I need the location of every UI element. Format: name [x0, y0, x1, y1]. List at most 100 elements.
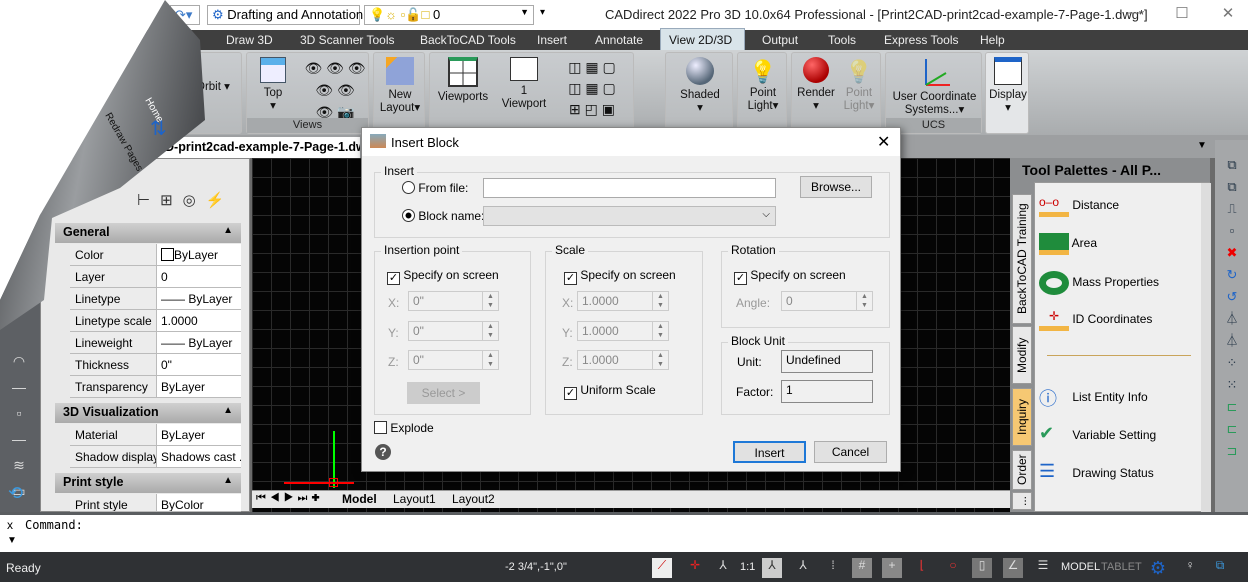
cancel-button[interactable]: Cancel [814, 441, 887, 463]
polar-icon[interactable]: ⌊ [912, 558, 932, 578]
tab-view-2d-3d[interactable]: View 2D/3D [660, 28, 745, 50]
insertion-z-input[interactable]: 0" ▲ ▼ [408, 350, 499, 370]
palette-tab-backtocad-training[interactable]: BackToCAD Training [1012, 194, 1032, 324]
annotation-scale[interactable]: 1:1 [740, 561, 755, 573]
light-bulb-icon: 💡 [749, 59, 777, 84]
scale-x-input[interactable]: 1.0000 ▲ ▼ [577, 291, 669, 311]
tab-layout2[interactable]: Layout2 [452, 492, 495, 506]
shaded-button[interactable]: Shaded ▾ [668, 57, 732, 115]
grid-dots-icon[interactable]: ⁞ [823, 558, 843, 578]
tab-backtocad-tools[interactable]: BackToCAD Tools [412, 30, 524, 50]
new-layout-button[interactable]: New Layout▾ [376, 57, 424, 115]
one-viewport-button[interactable]: 1 Viewport [498, 57, 550, 111]
ucs-button[interactable]: User Coordinate Systems...▾ [888, 57, 981, 117]
palette-item-variable-setting[interactable]: ✔ Variable Setting [1039, 423, 1156, 449]
tab-output[interactable]: Output [754, 30, 806, 50]
dialog-close-button[interactable]: ✕ [877, 132, 890, 152]
modify-toolbar: ⧉ ⧉ ⎍ ▫ ✖ ↻ ↺ ⏃ ⏃ ⁘ ⁙ ⊏ ⊏ ⊐ [1215, 140, 1248, 512]
palette-item-id-coordinates[interactable]: ✛ ID Coordinates [1039, 309, 1152, 331]
command-line[interactable]: x ▼ Command: [0, 512, 1248, 552]
panel-ucs: User Coordinate Systems...▾ UCS [885, 52, 982, 134]
prop-row[interactable]: Shadow display Shadows cast ... [70, 446, 241, 468]
from-file-input[interactable] [483, 178, 776, 198]
insertion-y-input[interactable]: 0" ▲ ▼ [408, 321, 499, 341]
gear-icon[interactable]: ⚙ [1148, 558, 1168, 578]
tab-tools[interactable]: Tools [820, 30, 864, 50]
minimize-button[interactable]: — [1120, 4, 1150, 26]
regen-icon[interactable]: ⟲ [8, 483, 23, 504]
scale-z-input[interactable]: 1.0000 ▲ ▼ [577, 350, 669, 370]
uniform-scale-checkbox[interactable]: ✓ Uniform Scale [564, 383, 656, 400]
snap-mode-icon[interactable]: + [882, 558, 902, 578]
viewport-layout-tools[interactable]: ◫ ▦ ▢ ◫ ▦ ▢ ⊞ ◰ ▣ [552, 57, 632, 120]
render-icon [803, 57, 829, 83]
palette-item-area[interactable]: Area [1039, 233, 1097, 255]
annotation-icon[interactable]: ⅄ [713, 558, 733, 578]
select-button[interactable]: Select > [407, 382, 480, 404]
dynamic-input-icon[interactable]: ∠ [1003, 558, 1023, 578]
modify-tool-icons[interactable]: ⧉ ⧉ ⎍ ▫ ✖ ↻ ↺ ⏃ ⏃ ⁘ ⁙ ⊏ ⊏ ⊐ [1221, 154, 1243, 462]
tab-3d-scanner-tools[interactable]: 3D Scanner Tools [292, 30, 403, 50]
tab-annotate[interactable]: Annotate [587, 30, 651, 50]
rotation-specify-checkbox[interactable]: ✓ Specify on screen [734, 268, 846, 285]
browse-button[interactable]: Browse... [800, 176, 872, 198]
palette-item-mass-properties[interactable]: Mass Properties [1039, 271, 1159, 295]
section-3d-visualization[interactable]: 3D Visualization ▲ [55, 403, 241, 423]
block-name-radio[interactable]: Block name: [402, 209, 484, 223]
osnap-icon[interactable]: ○ [943, 558, 963, 578]
palette-tab-order[interactable]: Order [1012, 450, 1032, 490]
prop-row[interactable]: Print style ByColor [70, 494, 241, 512]
section-print-style[interactable]: Print style ▲ [55, 473, 241, 493]
tab-model[interactable]: Model [342, 492, 377, 506]
close-button[interactable]: ✕ [1213, 4, 1243, 26]
customize-quick-access[interactable]: ▾ [540, 7, 545, 18]
palette-tab-inquiry[interactable]: Inquiry [1012, 388, 1032, 446]
command-history-icon[interactable]: ▼ [7, 535, 17, 546]
otrack-icon[interactable]: ▯ [972, 558, 992, 578]
palette-scrollbar[interactable] [1201, 183, 1211, 513]
palette-item-list-entity-info[interactable]: ⓘ List Entity Info [1039, 385, 1148, 411]
insertion-x-input[interactable]: 0" ▲ ▼ [408, 291, 499, 311]
maximize-button[interactable]: ☐ [1167, 4, 1197, 26]
render-button[interactable]: Render ▾ [794, 57, 838, 113]
lock-ui-icon[interactable]: ♀ [1180, 558, 1200, 578]
palette-tab-modify[interactable]: Modify [1012, 326, 1032, 384]
viewports-button[interactable]: Viewports [432, 57, 494, 104]
insert-button[interactable]: Insert [733, 441, 806, 463]
palette-item-distance[interactable]: o–o Distance [1039, 195, 1119, 217]
layout-nav-buttons[interactable]: ⏮◀▶⏭✚ [256, 492, 324, 505]
display-button[interactable]: Display ▾ [987, 57, 1029, 115]
prop-row[interactable]: Material ByLayer [70, 424, 241, 446]
grid-icon[interactable]: # [852, 558, 872, 578]
tab-layout1[interactable]: Layout1 [393, 492, 436, 506]
tablet-toggle[interactable]: TABLET [1101, 561, 1142, 573]
help-icon[interactable]: ? [375, 444, 391, 460]
tab-help[interactable]: Help [972, 30, 1013, 50]
lineweight-icon[interactable]: ☰ [1033, 558, 1053, 578]
block-name-dropdown[interactable]: ⌵ [483, 206, 776, 226]
palette-tab-more[interactable]: ... [1012, 492, 1032, 510]
auto-scale-icon[interactable]: ⅄ [762, 558, 782, 578]
layer-dropdown[interactable]: 💡☼ ▫🔓□ 0 ▼ [364, 5, 534, 25]
tab-insert[interactable]: Insert [529, 30, 575, 50]
scale-y-input[interactable]: 1.0000 ▲ ▼ [577, 321, 669, 341]
palette-item-drawing-status[interactable]: ☰ Drawing Status [1039, 461, 1154, 487]
view-tools[interactable]: 👁 👁 👁 👁 👁 👁 📷 [303, 57, 367, 123]
scale-specify-checkbox[interactable]: ✓ Specify on screen [564, 268, 676, 285]
point-light-button[interactable]: 💡 Point Light▾ [740, 57, 786, 113]
prop-row[interactable]: Transparency ByLayer [70, 376, 241, 398]
model-toggle[interactable]: MODEL [1061, 561, 1100, 573]
visibility-icon[interactable]: ⅄ [793, 558, 813, 578]
explode-checkbox[interactable]: Explode [374, 421, 434, 435]
from-file-radio[interactable]: From file: [402, 181, 468, 195]
insertion-specify-checkbox[interactable]: ✓ Specify on screen [387, 268, 499, 285]
insert-block-icon [370, 134, 386, 148]
close-command-icon[interactable]: x [7, 518, 13, 532]
tab-list-dropdown[interactable]: ▼ [1197, 140, 1207, 151]
unit-label: Unit: [737, 355, 762, 369]
fullscreen-icon[interactable]: ⧉ [1210, 558, 1230, 578]
tab-express-tools[interactable]: Express Tools [876, 30, 966, 50]
angle-input[interactable]: 0 ▲ ▼ [781, 291, 873, 311]
snap-icon[interactable]: ✛ [685, 558, 705, 578]
ortho-icon[interactable]: ⟋ [652, 558, 672, 578]
